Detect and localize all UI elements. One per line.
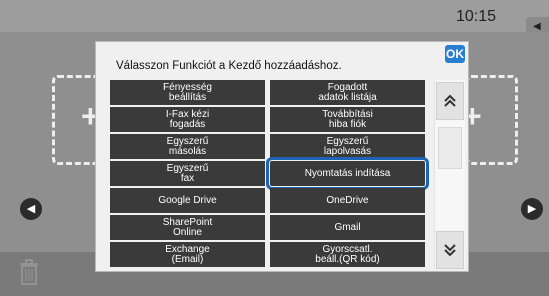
function-button-label: I-Fax kézi fogadás — [165, 108, 210, 130]
trash-icon[interactable] — [20, 258, 38, 286]
function-button[interactable]: Egyszerű másolás — [110, 134, 265, 159]
function-button[interactable]: Fényesség beállítás — [110, 80, 265, 105]
function-button-label: Egyszerű másolás — [166, 135, 209, 157]
function-button-label: Gyorscsatl. beáll.(QR kód) — [315, 243, 380, 265]
function-button-label: Nyomtatás indítása — [304, 167, 391, 179]
empty-slot-right[interactable]: + — [463, 75, 518, 165]
function-button-label: Gmail — [334, 221, 361, 233]
scroll-thumb[interactable] — [438, 127, 462, 169]
arrow-left-icon[interactable]: ◀ — [20, 198, 42, 220]
function-button[interactable]: I-Fax kézi fogadás — [110, 107, 265, 132]
function-button[interactable]: Egyszerű fax — [110, 161, 265, 186]
function-button-label: OneDrive — [326, 194, 369, 206]
function-button[interactable]: OneDrive — [270, 188, 425, 213]
clock: 10:15 — [456, 8, 497, 25]
function-button[interactable]: Fogadott adatok listája — [270, 80, 425, 105]
function-button[interactable]: SharePoint Online — [110, 215, 265, 240]
function-button[interactable]: Továbbítási hiba fiók — [270, 107, 425, 132]
function-button-label: Egyszerű lapolvasás — [323, 135, 372, 157]
function-button-label: Fogadott adatok listája — [318, 81, 377, 103]
function-button[interactable]: Google Drive — [110, 188, 265, 213]
chevron-left-icon: ◀ — [533, 21, 541, 32]
arrow-right-icon[interactable]: ▶ — [521, 198, 543, 220]
function-button-label: Fényesség beállítás — [163, 81, 212, 103]
ok-button[interactable]: OK — [445, 45, 465, 63]
function-select-dialog: Válasszon Funkciót a Kezdő hozzáadáshoz.… — [95, 41, 469, 272]
dialog-title: Válasszon Funkciót a Kezdő hozzáadáshoz. — [116, 60, 342, 72]
function-button[interactable]: Exchange (Email) — [110, 242, 265, 267]
function-button-label: Exchange (Email) — [165, 243, 210, 265]
function-button-label: Továbbítási hiba fiók — [322, 108, 373, 130]
function-button[interactable]: Gyorscsatl. beáll.(QR kód) — [270, 242, 425, 267]
function-list: Fényesség beállítás Fogadott adatok listá… — [110, 80, 435, 269]
chevron-down-double-icon[interactable] — [436, 231, 464, 269]
function-button-label: Google Drive — [158, 194, 217, 206]
function-button-label: Egyszerű fax — [166, 162, 209, 184]
function-button-label: SharePoint Online — [162, 216, 213, 238]
function-button[interactable]: Egyszerű lapolvasás — [270, 134, 425, 159]
function-button[interactable]: Gmail — [270, 215, 425, 240]
chevron-up-double-icon[interactable] — [436, 82, 464, 120]
function-button-selected[interactable]: Nyomtatás indítása — [266, 157, 429, 190]
